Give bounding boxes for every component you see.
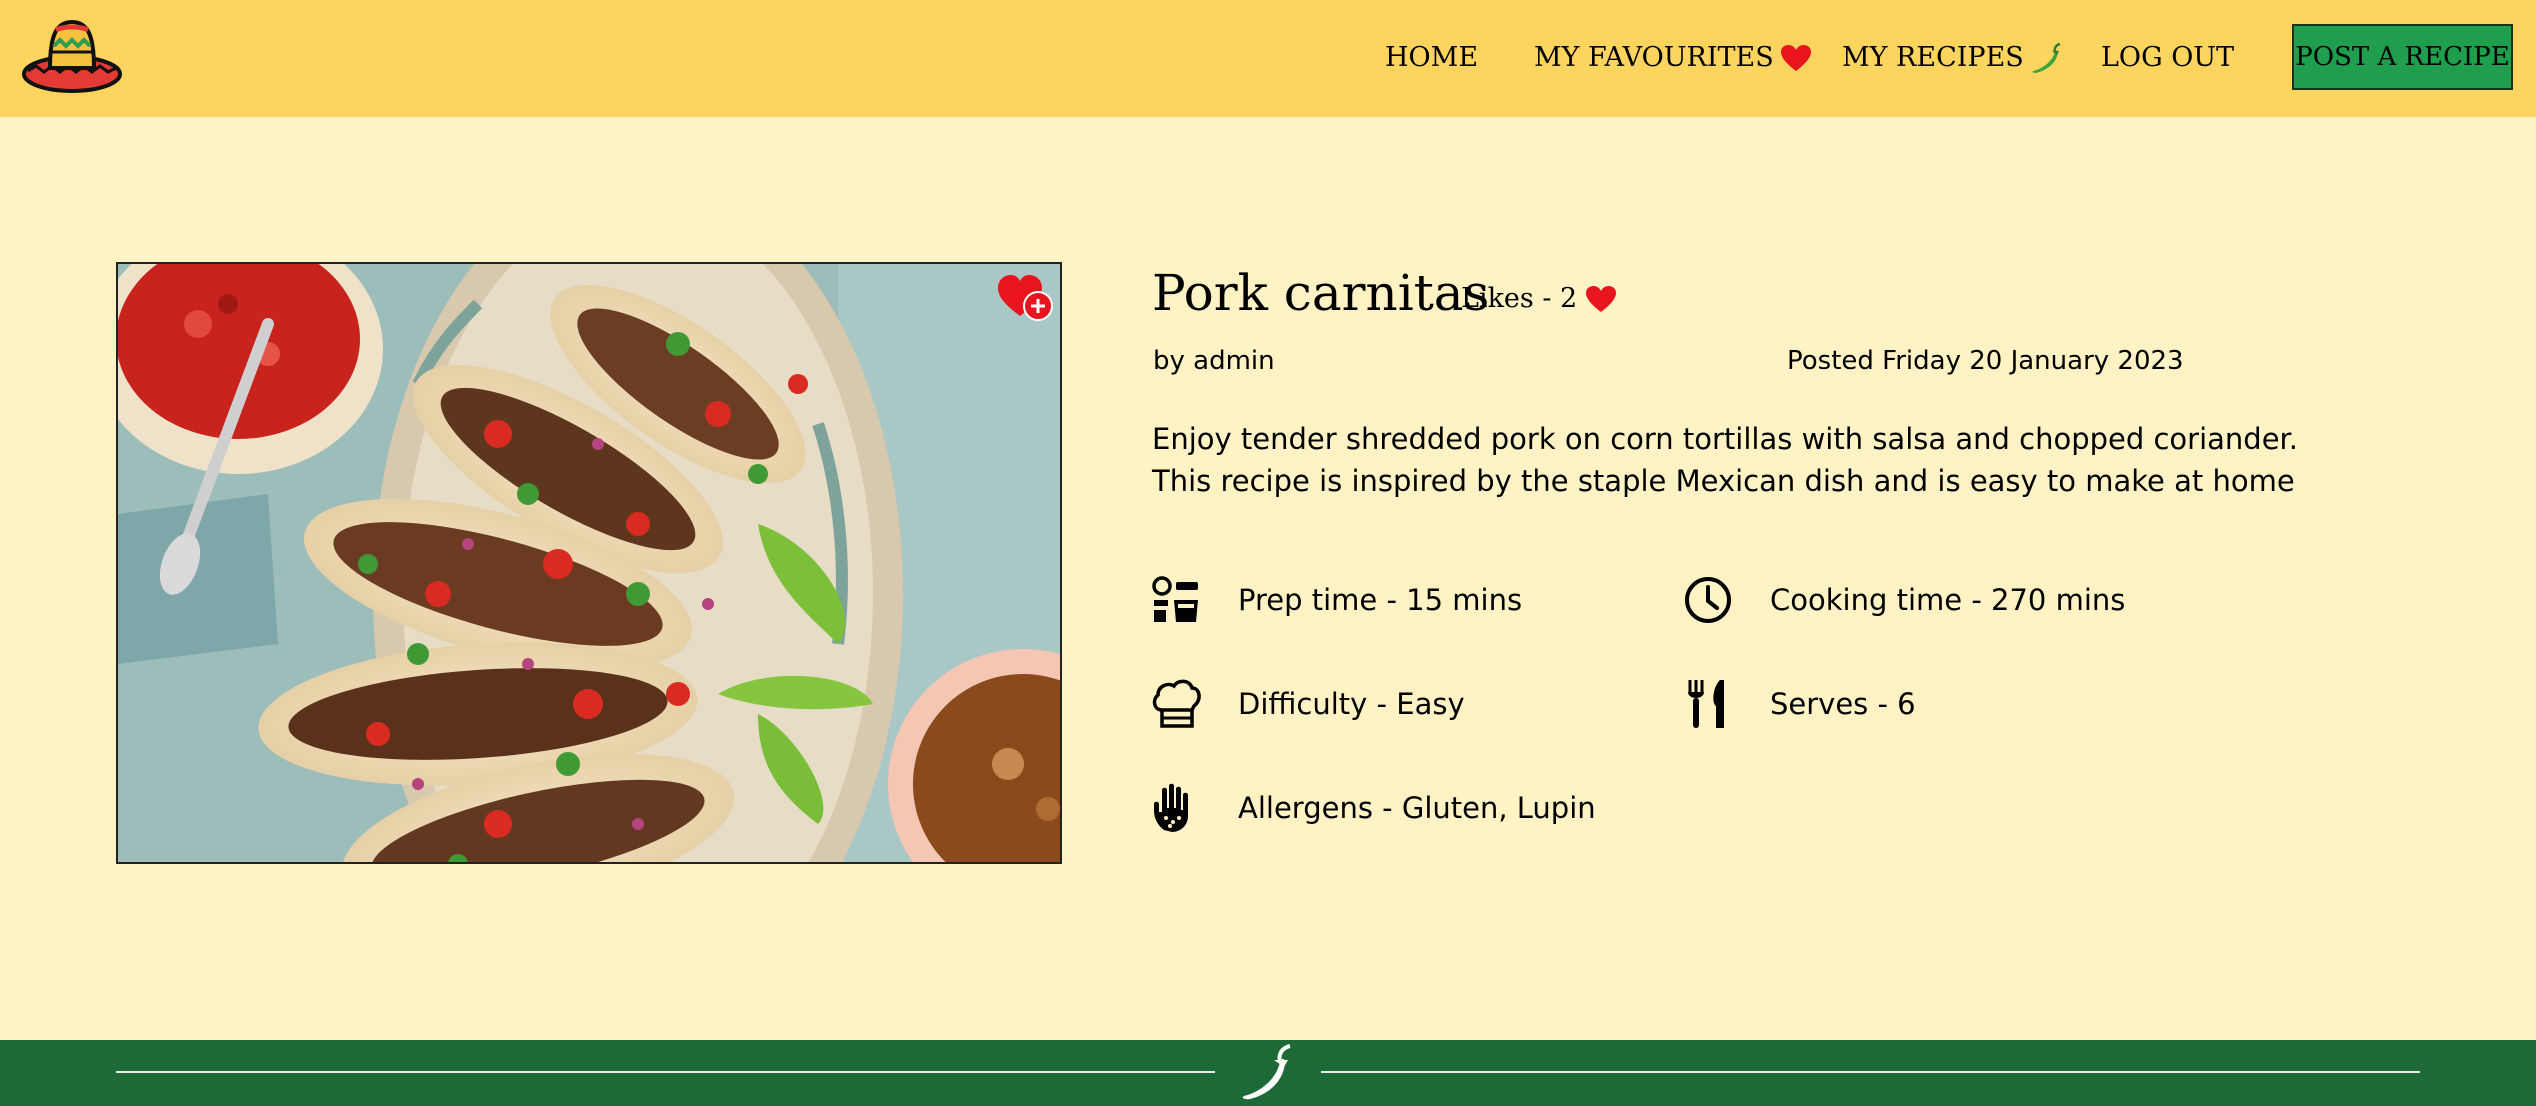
nav-logout-link[interactable]: LOG OUT <box>2101 38 2234 78</box>
likes-label: Likes - 2 <box>1461 283 1578 314</box>
recipe-title: Pork carnitas <box>1152 264 1490 322</box>
nav-logout-label: LOG OUT <box>2101 42 2235 73</box>
nav-my-recipes-link[interactable]: MY RECIPES <box>1842 38 2062 78</box>
difficulty-label: Difficulty - Easy <box>1238 687 1465 721</box>
allergens: Allergens - Gluten, Lupin <box>1150 782 1596 834</box>
fork-knife-icon <box>1682 678 1734 730</box>
recipe-posted-date: Posted Friday 20 January 2023 <box>1787 346 2184 376</box>
kitchen-utensils-icon <box>1150 574 1202 626</box>
chef-hat-icon <box>1150 678 1202 730</box>
add-to-favourites-icon[interactable] <box>996 270 1054 322</box>
cooking-time-label: Cooking time - 270 mins <box>1770 583 2126 617</box>
prep-time: Prep time - 15 mins <box>1150 574 1522 626</box>
nav-favourites-link[interactable]: MY FAVOURITES <box>1534 38 1812 78</box>
difficulty: Difficulty - Easy <box>1150 678 1465 730</box>
site-header: HOME MY FAVOURITES MY RECIPES LOG OUT PO… <box>0 0 2536 117</box>
recipe-author: by admin <box>1153 346 1275 376</box>
serves: Serves - 6 <box>1682 678 1916 730</box>
serves-label: Serves - 6 <box>1770 687 1916 721</box>
footer-divider-right <box>1321 1071 2420 1073</box>
chili-pepper-icon <box>1242 1044 1291 1100</box>
prep-time-label: Prep time - 15 mins <box>1238 583 1523 617</box>
allergens-label: Allergens - Gluten, Lupin <box>1238 791 1596 825</box>
nav-favourites-label: MY FAVOURITES <box>1534 42 1774 73</box>
cooking-time: Cooking time - 270 mins <box>1682 574 2125 626</box>
sombrero-logo-icon[interactable] <box>22 16 124 96</box>
likes-count: Likes - 2 <box>1461 279 1617 319</box>
heart-icon <box>1585 285 1617 313</box>
recipe-image <box>116 262 1062 864</box>
nav-home-link[interactable]: HOME <box>1385 38 1478 78</box>
nav-my-recipes-label: MY RECIPES <box>1842 42 2024 73</box>
clock-icon <box>1682 574 1734 626</box>
chili-pepper-icon <box>2030 42 2062 74</box>
footer-divider-left <box>116 1071 1215 1073</box>
heart-icon <box>1780 44 1812 72</box>
nav-home-label: HOME <box>1385 42 1479 73</box>
recipe-description: Enjoy tender shredded pork on corn torti… <box>1152 422 2299 498</box>
post-recipe-button[interactable]: POST A RECIPE <box>2292 24 2513 90</box>
site-footer <box>0 1040 2536 1106</box>
hand-allergen-icon <box>1150 782 1202 834</box>
